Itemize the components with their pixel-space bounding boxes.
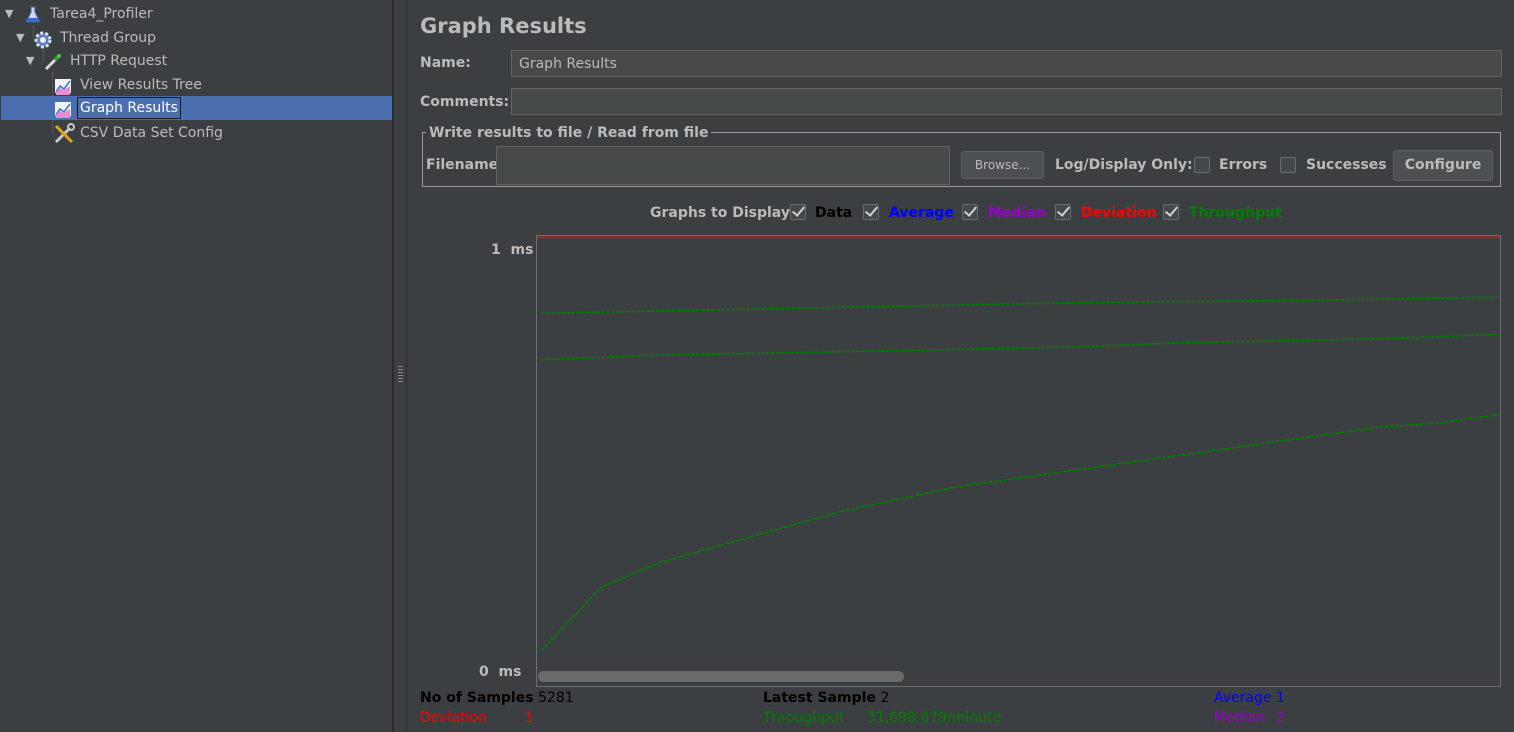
page-title: Graph Results — [420, 14, 587, 38]
data-label: Data — [815, 205, 853, 221]
y-axis-top-unit: ms — [510, 242, 534, 258]
average-stat-value: 1 — [1275, 690, 1285, 706]
y-axis-bottom-label: 0 ms — [479, 664, 521, 680]
errors-checkbox[interactable] — [1194, 157, 1210, 173]
successes-label: Successes — [1306, 157, 1387, 173]
tree-item-test-plan[interactable]: ▼ Tarea4_Profiler — [0, 2, 393, 26]
filename-field[interactable] — [496, 146, 950, 185]
median-checkbox[interactable] — [962, 204, 978, 220]
tree-item-graph-results[interactable]: Graph Results — [1, 96, 392, 120]
tree-item-thread-group[interactable]: ▼ Thread Group — [0, 26, 393, 50]
tree-item-label: Tarea4_Profiler — [50, 6, 153, 22]
log-display-label: Log/Display Only: — [1055, 157, 1193, 173]
filename-label: Filename — [426, 157, 499, 173]
median-stat-value: 2 — [1276, 710, 1285, 726]
file-section-title: Write results to file / Read from file — [426, 125, 712, 141]
pipette-icon — [44, 53, 62, 71]
samples-stat: No of Samples 5281 — [420, 690, 574, 706]
collapse-icon[interactable]: ▼ — [26, 49, 38, 73]
tree-item-view-results-tree[interactable]: View Results Tree — [0, 73, 393, 97]
throughput-series-line-1 — [540, 333, 1499, 361]
data-checkbox[interactable] — [790, 204, 806, 220]
name-label: Name: — [420, 55, 471, 71]
split-pane-divider[interactable] — [393, 0, 407, 732]
y-axis-bottom-unit: ms — [498, 664, 522, 680]
comments-label: Comments: — [420, 94, 510, 110]
graph-listener-icon — [54, 100, 72, 118]
tools-icon — [53, 123, 75, 144]
latest-sample-stat: Latest Sample 2 — [763, 690, 889, 706]
latest-sample-value: 2 — [880, 690, 890, 706]
name-field[interactable] — [511, 50, 1502, 77]
collapse-icon[interactable]: ▼ — [16, 26, 28, 50]
average-stat: Average 1 — [1214, 690, 1285, 706]
drag-grip-icon — [398, 366, 403, 382]
throughput-stat-label: Throughput — [763, 710, 845, 726]
median-stat-label: Median — [1214, 710, 1265, 726]
graph-listener-icon — [54, 77, 72, 95]
throughput-label: Throughput — [1189, 205, 1282, 221]
samples-value: 5281 — [538, 690, 574, 706]
samples-label: No of Samples — [420, 690, 534, 706]
graph-canvas — [537, 236, 1500, 652]
throughput-stat-value: 31,698.679/minute — [867, 710, 1002, 726]
deviation-stat: Deviation 1 — [420, 710, 534, 726]
average-label: Average — [889, 205, 954, 221]
average-checkbox[interactable] — [863, 204, 879, 220]
median-label: Median — [988, 205, 1046, 221]
deviation-stat-label: Deviation — [420, 710, 487, 726]
throughput-series-line-0 — [540, 413, 1499, 652]
results-graph — [536, 235, 1501, 687]
median-stat: Median 2 — [1214, 710, 1285, 726]
tree-item-label: HTTP Request — [70, 53, 168, 69]
tree-item-http-request[interactable]: ▼ HTTP Request — [0, 49, 393, 73]
gear-icon — [33, 30, 52, 49]
deviation-stat-value: 1 — [525, 710, 534, 726]
average-stat-label: Average — [1214, 690, 1272, 706]
configure-button[interactable]: Configure — [1393, 150, 1493, 181]
collapse-icon[interactable]: ▼ — [5, 2, 17, 26]
graphs-to-display-label: Graphs to Display — [650, 205, 790, 221]
test-plan-icon — [24, 6, 42, 24]
y-axis-top-value: 1 — [491, 242, 501, 258]
tree-item-label: Graph Results — [77, 97, 181, 119]
tree-item-label: View Results Tree — [80, 77, 202, 93]
y-axis-top-label: 1 ms — [491, 242, 533, 258]
comments-field[interactable] — [511, 88, 1502, 115]
test-plan-tree[interactable]: ▼ Tarea4_Profiler ▼ Thread Group ▼ HTTP … — [0, 0, 393, 732]
deviation-label: Deviation — [1081, 205, 1157, 221]
tree-item-csv-data-set-config[interactable]: CSV Data Set Config — [0, 121, 393, 145]
graph-scrollbar[interactable] — [538, 671, 904, 682]
tree-item-label: Thread Group — [60, 30, 157, 46]
y-axis-bottom-value: 0 — [479, 664, 489, 680]
throughput-series-line-2 — [540, 296, 1499, 315]
browse-button[interactable]: Browse... — [961, 151, 1044, 179]
graph-results-panel: Graph Results Name: Comments: Write resu… — [407, 0, 1514, 732]
deviation-checkbox[interactable] — [1055, 204, 1071, 220]
throughput-checkbox[interactable] — [1163, 204, 1179, 220]
tree-item-label: CSV Data Set Config — [80, 125, 223, 141]
latest-sample-label: Latest Sample — [763, 690, 876, 706]
errors-label: Errors — [1219, 157, 1268, 173]
throughput-stat: Throughput 31,698.679/minute — [763, 710, 1001, 726]
successes-checkbox[interactable] — [1280, 157, 1296, 173]
